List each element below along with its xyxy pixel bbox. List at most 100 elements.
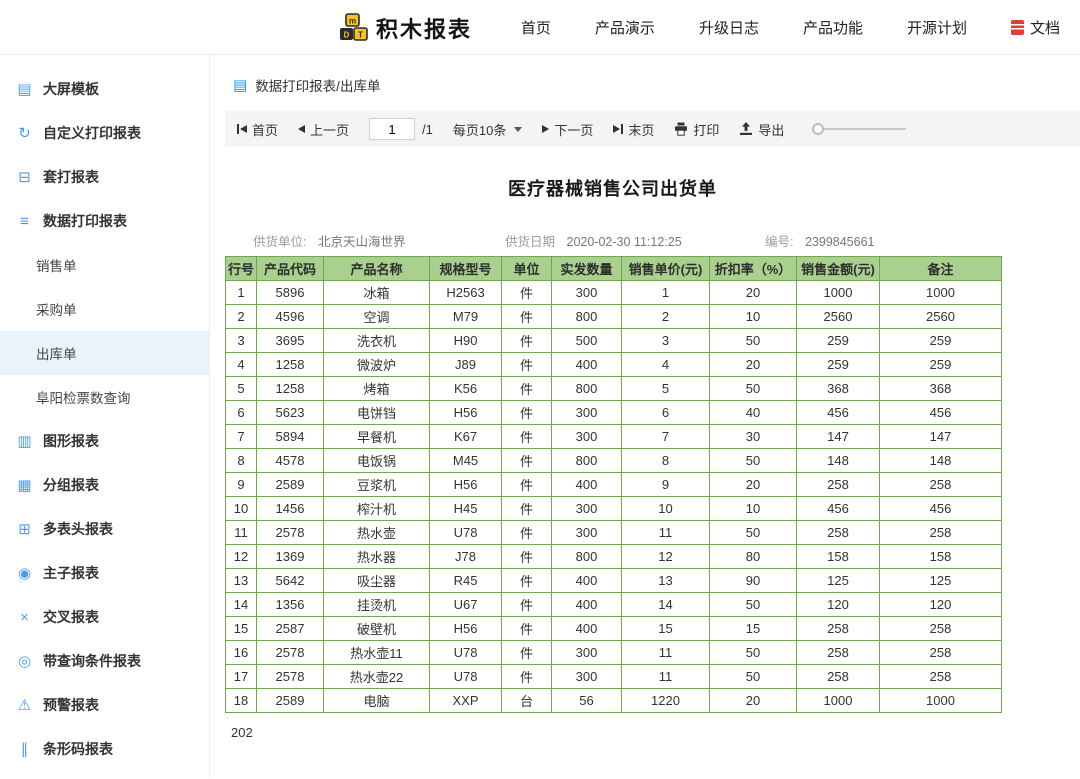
sidebar-item-purchase-order[interactable]: 采购单 (0, 287, 209, 331)
table-cell: 258 (796, 520, 881, 545)
export-button[interactable]: 导出 (739, 120, 784, 139)
table-cell: 800 (551, 448, 623, 473)
sidebar-item-group-report[interactable]: ▦ 分组报表 (0, 463, 209, 507)
table-cell: 件 (501, 472, 553, 497)
table-footer-text: 202 (231, 725, 253, 740)
table-cell: 258 (796, 616, 881, 641)
table-cell: 件 (501, 304, 553, 329)
sidebar-item-label: 预警报表 (43, 697, 99, 713)
table-cell: U78 (429, 664, 503, 689)
sidebar-item-cross-report[interactable]: × 交叉报表 (0, 595, 209, 639)
print-button[interactable]: 打印 (674, 120, 719, 139)
table-cell: 1369 (256, 544, 325, 569)
sidebar-item-label: 分组报表 (43, 477, 99, 493)
table-cell: 120 (796, 592, 881, 617)
sidebar-item-master-detail-report[interactable]: ◉ 主子报表 (0, 551, 209, 595)
print-icon (674, 122, 688, 136)
report-info: 供货单位: 北京天山海世界 供货日期 2020-02-30 11:12:25 编… (225, 231, 1000, 250)
next-page-button[interactable]: 下一页 (542, 120, 593, 139)
report-stack-icon: ▤ (233, 77, 248, 94)
first-page-button[interactable]: 首页 (237, 120, 278, 139)
table-cell: 158 (796, 544, 881, 569)
nav-item-docs[interactable]: 文档 (1010, 17, 1060, 38)
table-row: 5 1258 烤箱 K56 件 800 5 50 368 368 (224, 376, 1003, 401)
sidebar-item-big-screen-template[interactable]: ▤ 大屏模板 (0, 67, 209, 111)
table-row: 13 5642 吸尘器 R45 件 400 13 90 125 125 (224, 568, 1003, 593)
table-cell: H90 (429, 328, 503, 353)
nav-item-home[interactable]: 首页 (521, 17, 551, 38)
sidebar-item-chart-report[interactable]: ▥ 图形报表 (0, 419, 209, 463)
table-cell: 热水壶 (323, 520, 431, 545)
overlay-print-icon: ⊟ (18, 169, 31, 186)
table-cell: 30 (709, 424, 798, 449)
zoom-slider[interactable] (812, 123, 907, 135)
sidebar-item-sales-order[interactable]: 销售单 (0, 243, 209, 287)
nav-item-product-features[interactable]: 产品功能 (803, 17, 863, 38)
nav-item-changelog[interactable]: 升级日志 (699, 17, 759, 38)
table-header-row: 行号 产品代码 产品名称 规格型号 单位 实发数量 销售单价(元) 折扣率（%） 销售金额(元)… (224, 256, 1003, 281)
table-cell: H56 (429, 400, 503, 425)
table-cell: 件 (501, 616, 553, 641)
app-root: m D T 积木报表 首页 产品演示 升级日志 产品功能 开源计划 文档 ▤ 大屏模板 ↻ 自定… (0, 0, 1080, 778)
table-row: 17 2578 热水壶22 U78 件 300 11 50 258 258 (224, 664, 1003, 689)
table-cell: 榨汁机 (323, 496, 431, 521)
last-page-button[interactable]: 末页 (613, 120, 654, 139)
table-cell: 件 (501, 496, 553, 521)
table-cell: 125 (796, 568, 881, 593)
table-cell: 400 (551, 592, 623, 617)
nav-item-label: 开源计划 (906, 19, 967, 37)
table-cell: 400 (551, 568, 623, 593)
table-cell: 3 (621, 328, 711, 353)
table-cell: 17 (224, 664, 258, 689)
next-page-icon (542, 125, 550, 133)
table-cell: 洗衣机 (323, 328, 431, 353)
nav-item-label: 文档 (1029, 19, 1060, 37)
table-cell: 热水壶11 (323, 640, 431, 665)
slider-handle[interactable] (812, 123, 825, 135)
table-cell: 1220 (621, 688, 711, 713)
sidebar-item-barcode-report[interactable]: ∥ 条形码报表 (0, 727, 209, 771)
table-cell: 147 (879, 424, 1003, 449)
table-cell: 3695 (256, 328, 325, 353)
page-number-input[interactable] (369, 118, 416, 140)
table-cell: 件 (501, 592, 553, 617)
sidebar-item-custom-print-report[interactable]: ↻ 自定义打印报表 (0, 111, 209, 155)
group-report-icon: ▦ (17, 477, 32, 494)
table-cell: 300 (551, 280, 623, 305)
sidebar-item-query-condition-report[interactable]: ◎ 带查询条件报表 (0, 639, 209, 683)
sidebar-item-warning-report[interactable]: ⚠ 预警报表 (0, 683, 209, 727)
query-icon: ◎ (17, 653, 32, 670)
table-cell: 件 (501, 664, 553, 689)
slider-track (824, 128, 907, 130)
nav-item-open-source-plan[interactable]: 开源计划 (907, 17, 967, 38)
nav-item-product-demo[interactable]: 产品演示 (595, 17, 655, 38)
table-cell: H56 (429, 472, 503, 497)
breadcrumb: ▤ 数据打印报表/出库单 (225, 75, 1080, 95)
table-cell: 456 (796, 400, 881, 425)
table-cell: 2 (621, 304, 711, 329)
table-header-cell: 行号 (224, 256, 258, 281)
custom-print-icon: ↻ (18, 125, 31, 142)
print-label: 打印 (693, 122, 720, 138)
table-cell: 5896 (256, 280, 325, 305)
sidebar-item-fuyang-ticket-query[interactable]: 阜阳检票数查询 (0, 375, 209, 419)
top-navbar: m D T 积木报表 首页 产品演示 升级日志 产品功能 开源计划 文档 (0, 0, 1080, 55)
logo[interactable]: m D T 积木报表 (338, 0, 472, 55)
sidebar-item-overlay-print-report[interactable]: ⊟ 套打报表 (0, 155, 209, 199)
table-cell: 456 (879, 496, 1003, 521)
svg-text:D: D (344, 30, 350, 39)
page-size-select[interactable]: 每页10条 (453, 120, 523, 139)
table-cell: 20 (709, 352, 798, 377)
prev-page-button[interactable]: 上一页 (298, 120, 349, 139)
table-cell: 300 (551, 400, 623, 425)
table-cell: 400 (551, 616, 623, 641)
sidebar-item-data-print-report[interactable]: ≡ 数据打印报表 (0, 199, 209, 243)
next-page-label: 下一页 (554, 122, 594, 138)
sidebar-item-outbound-order[interactable]: 出库单 (0, 331, 209, 375)
table-cell: 空调 (323, 304, 431, 329)
table-cell: 300 (551, 424, 623, 449)
table-cell: 2560 (879, 304, 1003, 329)
sidebar-item-multi-header-report[interactable]: ⊞ 多表头报表 (0, 507, 209, 551)
table-cell: 10 (709, 304, 798, 329)
nav-item-label: 产品演示 (594, 19, 655, 37)
